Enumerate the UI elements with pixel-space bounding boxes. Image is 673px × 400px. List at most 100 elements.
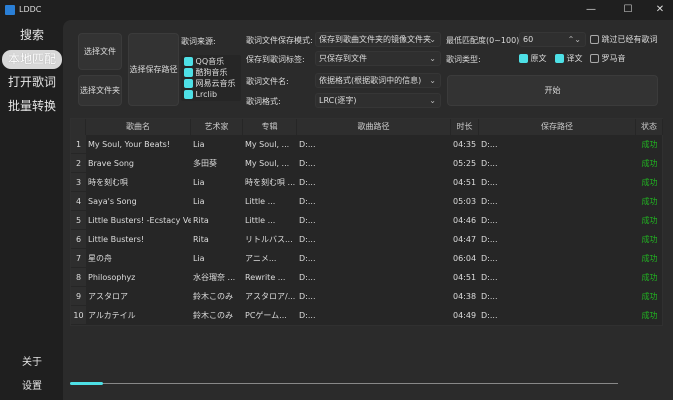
col-header-save-path[interactable]: 保存路径 [479,119,636,135]
sidebar-item-local-match[interactable]: 本地匹配 [2,50,62,69]
cell-row-number[interactable]: 10 [71,306,86,325]
cell-duration: 04:49 [453,311,477,320]
cell-status: 成功 [641,159,658,168]
cell-row-number[interactable]: 3 [71,173,86,192]
source-kugou[interactable]: 酷狗音乐 [184,68,241,78]
cell-status: 成功 [641,178,658,187]
checkbox-icon[interactable] [519,54,528,63]
cell-artist: Rita [193,216,209,225]
cell-duration: 05:25 [453,159,477,168]
cell-status: 成功 [641,254,658,263]
cell-title: アルカテイル [88,311,136,320]
col-header-duration[interactable]: 时长 [451,119,479,135]
results-table: 歌曲名 艺术家 专辑 歌曲路径 时长 保存路径 状态 1 My Soul, You… [70,118,663,326]
spin-arrows-icon[interactable]: ⌃⌄ [568,33,581,46]
cell-duration: 04:38 [453,292,477,301]
save-tag-select[interactable]: 只保存到文件 ⌄ [315,51,441,66]
progress-bar [70,382,618,385]
select-save-path-button[interactable]: 选择保存路径 [128,33,179,106]
cell-row-number[interactable]: 7 [71,249,86,268]
cell-status: 成功 [641,197,658,206]
checkbox-icon[interactable] [555,54,564,63]
cell-duration: 04:46 [453,216,477,225]
cell-album: Little ... [245,216,276,225]
save-mode-label: 歌词文件保存模式: [246,36,313,45]
maximize-button[interactable]: ☐ [617,2,639,18]
source-lrclib[interactable]: Lrclib [184,90,241,100]
min-score-spinbox[interactable]: 60 ⌃⌄ [519,32,586,47]
filename-label: 歌词文件名: [246,77,289,86]
col-header-artist[interactable]: 艺术家 [191,119,243,135]
lyric-type-romaji[interactable]: 罗马音 [590,54,626,64]
filename-select[interactable]: 依据格式(根据歌词中的信息) ⌄ [315,73,441,88]
chevron-down-icon: ⌄ [429,54,436,63]
checkbox-icon[interactable] [184,57,193,66]
col-header-album[interactable]: 专辑 [243,119,297,135]
cell-album: PCゲーム... [245,311,287,320]
cell-artist: Lia [193,140,205,149]
format-value: LRC(逐字) [319,96,357,105]
col-header-title[interactable]: 歌曲名 [86,119,191,135]
cell-status: 成功 [641,273,658,282]
sidebar-item-open-lyrics[interactable]: 打开歌词 [2,73,62,92]
start-button[interactable]: 开始 [447,75,658,106]
sidebar-item-about[interactable]: 关于 [2,353,62,368]
cell-row-number[interactable]: 6 [71,230,86,249]
cell-title: Brave Song [88,159,134,168]
format-select[interactable]: LRC(逐字) ⌄ [315,93,441,108]
lyric-type-translation-label: 译文 [566,54,583,63]
cell-song-path: D:... [299,178,316,187]
lyric-type-translation[interactable]: 译文 [555,54,583,64]
save-tag-label: 保存到歌词标签: [246,55,305,64]
source-qq[interactable]: QQ音乐 [184,57,241,67]
source-netease[interactable]: 网易云音乐 [184,79,241,89]
sidebar-item-batch-convert[interactable]: 批量转换 [2,97,62,116]
cell-save-path: D:... [481,140,498,149]
cell-save-path: D:... [481,159,498,168]
cell-title: 星の舟 [88,254,112,263]
sidebar-item-settings[interactable]: 设置 [2,377,62,392]
cell-status: 成功 [641,216,658,225]
cell-song-path: D:... [299,273,316,282]
lyric-type-original[interactable]: 原文 [519,54,547,64]
checkbox-icon[interactable] [184,68,193,77]
cell-status: 成功 [641,140,658,149]
checkbox-icon[interactable] [590,35,599,44]
cell-duration: 06:04 [453,254,477,263]
col-header-song-path[interactable]: 歌曲路径 [297,119,451,135]
checkbox-icon[interactable] [184,90,193,99]
cell-title: Saya's Song [88,197,137,206]
cell-save-path: D:... [481,273,498,282]
format-label: 歌词格式: [246,97,281,106]
col-header-status[interactable]: 状态 [636,119,663,135]
cell-artist: Lia [193,254,205,263]
cell-row-number[interactable]: 4 [71,192,86,211]
sidebar-item-search[interactable]: 搜索 [2,26,62,45]
checkbox-icon[interactable] [184,79,193,88]
cell-song-path: D:... [299,140,316,149]
cell-row-number[interactable]: 2 [71,154,86,173]
cell-save-path: D:... [481,254,498,263]
cell-row-number[interactable]: 5 [71,211,86,230]
cell-title: Little Busters! [88,235,145,244]
cell-row-number[interactable]: 9 [71,287,86,306]
sidebar: 搜索 本地匹配 打开歌词 批量转换 关于 设置 [0,20,63,400]
cell-duration: 04:35 [453,140,477,149]
cell-album: My Soul, ... [245,140,290,149]
skip-existing-checkbox[interactable]: 跳过已经有歌词 [590,35,658,45]
minimize-button[interactable]: — [580,2,602,18]
select-folder-button[interactable]: 选择文件夹 [78,75,122,106]
cell-row-number[interactable]: 1 [71,135,86,154]
close-button[interactable]: ✕ [649,2,671,18]
cell-row-number[interactable]: 8 [71,268,86,287]
cell-status: 成功 [641,235,658,244]
save-tag-value: 只保存到文件 [319,54,367,63]
select-file-button[interactable]: 选择文件 [78,33,122,70]
skip-existing-label: 跳过已经有歌词 [601,35,658,44]
lyric-type-label: 歌词类型: [446,55,481,64]
cell-album: Little ... [245,197,276,206]
save-mode-select[interactable]: 保存到歌曲文件夹的镜像文件夹 ⌄ [315,32,441,47]
checkbox-icon[interactable] [590,54,599,63]
lyric-type-original-label: 原文 [530,54,547,63]
cell-save-path: D:... [481,178,498,187]
